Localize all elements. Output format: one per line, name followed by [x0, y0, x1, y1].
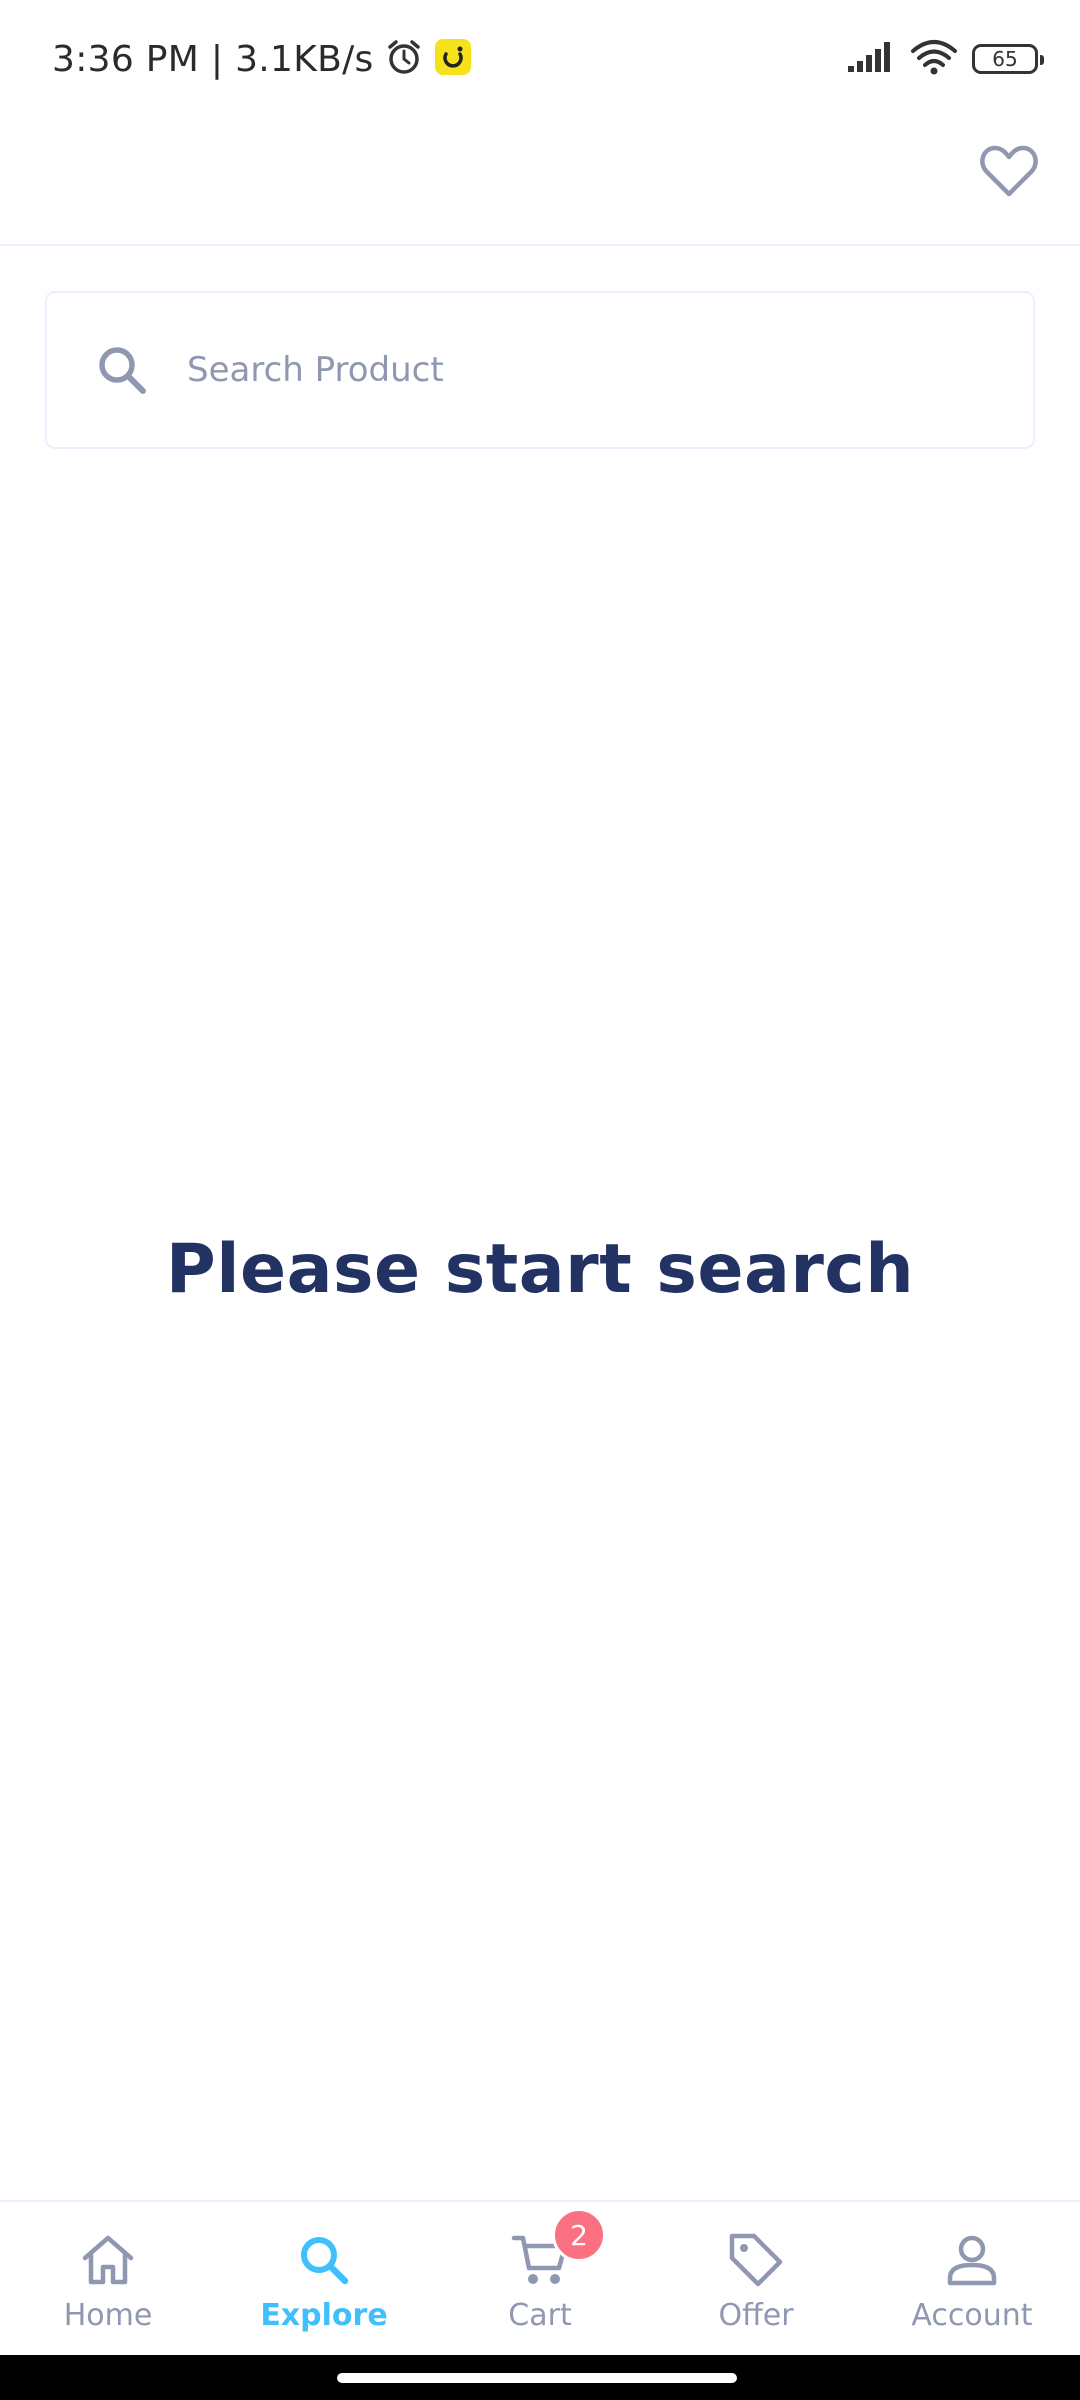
nav-label-offer: Offer	[718, 2298, 794, 2333]
cart-badge: 2	[552, 2208, 606, 2262]
nav-item-account[interactable]: Account	[864, 2202, 1080, 2355]
cart-icon: 2	[510, 2208, 606, 2290]
nav-label-account: Account	[911, 2298, 1033, 2333]
home-icon	[78, 2230, 138, 2290]
heart-icon	[980, 145, 1038, 197]
empty-state-message: Please start search	[165, 1230, 915, 1309]
nav-item-explore[interactable]: Explore	[216, 2202, 432, 2355]
home-indicator[interactable]	[337, 2373, 737, 2383]
nav-label-explore: Explore	[260, 2298, 388, 2333]
signal-icon	[846, 40, 896, 79]
tag-icon	[726, 2230, 786, 2290]
user-icon	[942, 2230, 1002, 2290]
alarm-icon	[384, 37, 424, 82]
status-time: 3:36 PM | 3.1KB/s	[52, 38, 374, 80]
wifi-icon	[910, 39, 958, 80]
nav-label-cart: Cart	[508, 2298, 572, 2333]
app-notification-icon	[434, 38, 472, 81]
nav-label-home: Home	[63, 2298, 153, 2333]
nav-item-cart[interactable]: 2 Cart	[432, 2202, 648, 2355]
search-icon	[99, 347, 146, 394]
search-input[interactable]	[187, 330, 1033, 410]
nav-item-offer[interactable]: Offer	[648, 2202, 864, 2355]
system-navigation-bar	[0, 2355, 1080, 2400]
app-header	[0, 110, 1080, 246]
battery-level: 65	[992, 47, 1018, 71]
battery-icon: 65	[972, 44, 1044, 74]
bottom-nav: Home Explore 2 Cart Offer Account	[0, 2200, 1080, 2355]
status-bar: 3:36 PM | 3.1KB/s 65	[0, 0, 1080, 110]
search-icon	[294, 2230, 354, 2290]
favorite-button[interactable]	[974, 136, 1044, 206]
search-box[interactable]	[45, 291, 1035, 449]
status-right: 65	[846, 34, 1044, 84]
nav-item-home[interactable]: Home	[0, 2202, 216, 2355]
status-left: 3:36 PM | 3.1KB/s	[52, 34, 472, 84]
search-icon-wrap	[57, 343, 187, 397]
